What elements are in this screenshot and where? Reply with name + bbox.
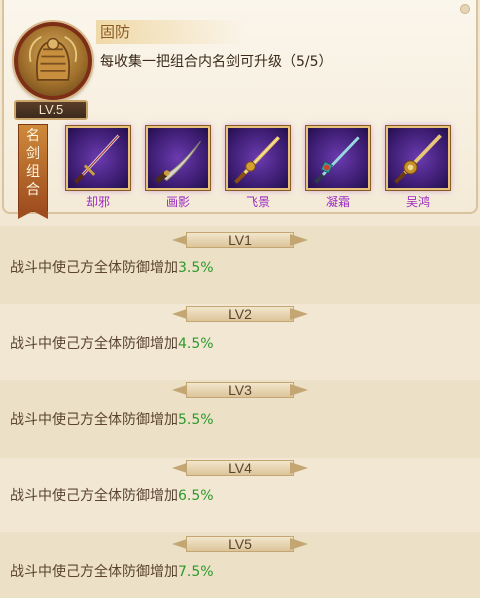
sword-name-huaying: 画影 [165, 195, 190, 209]
level-effect-text: 战斗中使己方全体防御增加 [10, 412, 178, 428]
level-row-5: LV5 战斗中使己方全体防御增加7.5% [0, 532, 480, 598]
level-description: 战斗中使己方全体防御增加5.5% [10, 410, 214, 430]
level-header: LV1 [172, 230, 308, 250]
level-header: LV4 [172, 458, 308, 478]
set-label-char: 名 [26, 128, 40, 144]
sword-wuhong-icon [394, 134, 442, 184]
level-effect-text: 战斗中使己方全体防御增加 [10, 488, 178, 504]
level-header: LV5 [172, 534, 308, 554]
sword-name-quexie: 却邪 [85, 195, 110, 209]
level-label: LV4 [228, 460, 252, 476]
level-effect-value: 7.5% [178, 564, 214, 580]
level-effect-text: 战斗中使己方全体防御增加 [10, 260, 178, 276]
skill-description: 每收集一把组合内名剑可升级（5/5） [100, 54, 333, 70]
sword-name-ningshuang: 凝霜 [325, 195, 350, 209]
level-description: 战斗中使己方全体防御增加3.5% [10, 258, 214, 278]
level-description: 战斗中使己方全体防御增加7.5% [10, 562, 214, 582]
level-row-2: LV2 战斗中使己方全体防御增加4.5% [0, 304, 480, 382]
sword-quexie-icon [74, 134, 120, 184]
corner-ornament [460, 4, 470, 14]
shield-armor-emblem-icon[interactable] [14, 22, 92, 100]
sword-slot-huaying[interactable] [146, 126, 210, 190]
level-description: 战斗中使己方全体防御增加4.5% [10, 334, 214, 354]
set-label-char: 组 [26, 164, 40, 180]
level-label: LV2 [228, 306, 252, 322]
level-row-3: LV3 战斗中使己方全体防御增加5.5% [0, 380, 480, 458]
level-label: LV1 [228, 232, 252, 248]
set-label-char: 合 [26, 182, 40, 198]
set-label-char: 剑 [26, 146, 40, 162]
skill-level-badge: LV.5 [14, 100, 88, 120]
sword-huaying-icon [155, 140, 201, 184]
sword-slot-quexie[interactable] [66, 126, 130, 190]
sword-name-feijing: 飞景 [245, 195, 270, 209]
level-effect-value: 5.5% [178, 412, 214, 428]
level-effect-text: 战斗中使己方全体防御增加 [10, 564, 178, 580]
level-label: LV3 [228, 382, 252, 398]
level-effect-value: 3.5% [178, 260, 214, 276]
sword-ningshuang-icon [314, 136, 360, 184]
level-effect-value: 6.5% [178, 488, 214, 504]
level-row-1: LV1 战斗中使己方全体防御增加3.5% [0, 226, 480, 304]
sword-slot-ningshuang[interactable] [306, 126, 370, 190]
skill-title: 固防 [100, 23, 131, 41]
level-header: LV2 [172, 304, 308, 324]
sword-name-wuhong: 吴鸿 [405, 195, 430, 209]
sword-set-label: 名 剑 组 合 [18, 124, 48, 219]
sword-slot-wuhong[interactable] [386, 126, 450, 190]
level-effect-text: 战斗中使己方全体防御增加 [10, 336, 178, 352]
level-row-4: LV4 战斗中使己方全体防御增加6.5% [0, 456, 480, 534]
level-description: 战斗中使己方全体防御增加6.5% [10, 486, 214, 506]
level-effect-value: 4.5% [178, 336, 214, 352]
sword-slot-feijing[interactable] [226, 126, 290, 190]
level-label: LV5 [228, 536, 252, 552]
sword-feijing-icon [234, 136, 280, 184]
level-header: LV3 [172, 380, 308, 400]
